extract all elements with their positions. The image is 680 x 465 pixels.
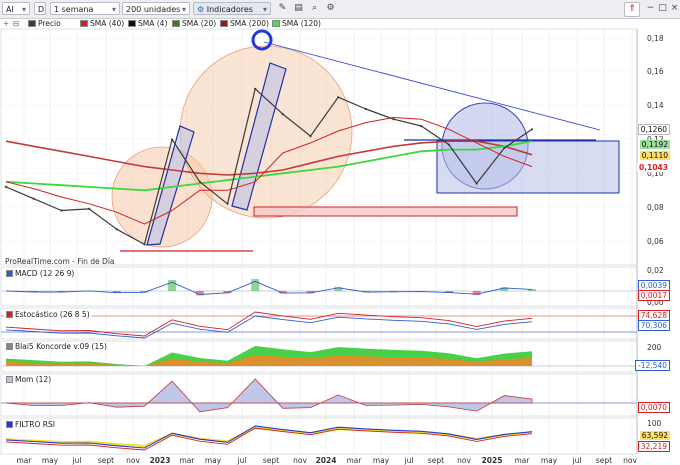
rsi-pane-label[interactable]: FILTRO RSI bbox=[4, 420, 57, 429]
stoch-pane-frame bbox=[0, 307, 638, 340]
price-tick-label: 0,08 bbox=[647, 203, 664, 212]
macd-pane-label[interactable]: MACD (12 26 9) bbox=[4, 269, 77, 278]
price-point bbox=[503, 146, 506, 150]
x-tick-label: mar bbox=[514, 456, 530, 465]
price-point bbox=[281, 113, 284, 116]
mom-swatch-icon bbox=[6, 376, 13, 383]
rsi-value-1: 63,592 bbox=[639, 431, 670, 440]
x-tick-label: sept bbox=[262, 456, 280, 465]
stoch-swatch-icon bbox=[6, 311, 13, 318]
x-tick-label: may bbox=[372, 456, 390, 465]
price-point bbox=[143, 243, 146, 246]
x-tick-label: mar bbox=[346, 456, 362, 465]
price-point bbox=[226, 202, 229, 205]
stoch-d-value: 70,306 bbox=[637, 320, 670, 331]
koncorde-swatch-icon bbox=[6, 343, 13, 350]
x-tick-label: mar bbox=[179, 456, 195, 465]
price-point bbox=[447, 143, 450, 146]
price-point bbox=[4, 185, 8, 188]
x-tick-label: 2024 bbox=[315, 456, 337, 465]
macd-swatch-icon bbox=[6, 270, 13, 277]
x-tick-label: 2023 bbox=[149, 456, 171, 465]
macd-signal-value: 0,0017 bbox=[637, 290, 670, 301]
chart-canvas[interactable] bbox=[0, 0, 680, 465]
x-tick-label: jul bbox=[72, 456, 82, 465]
x-tick-label: 2025 bbox=[481, 456, 503, 465]
annotation-rect-red[interactable] bbox=[253, 206, 518, 217]
rsi-swatch-icon bbox=[6, 421, 13, 428]
price-value-sma120: 0,1192 bbox=[639, 140, 670, 149]
x-tick-label: sept bbox=[427, 456, 445, 465]
x-tick-label: nov bbox=[457, 456, 471, 465]
price-point bbox=[115, 228, 118, 231]
macd-bar bbox=[251, 279, 260, 291]
x-tick-label: jul bbox=[572, 456, 582, 465]
rsi-pane-frame bbox=[0, 417, 638, 455]
x-tick-label: nov bbox=[623, 456, 637, 465]
koncorde-pane-label[interactable]: Blai5 Koncorde v.09 (15) bbox=[4, 342, 109, 351]
x-tick-label: mar bbox=[16, 456, 32, 465]
price-point bbox=[254, 87, 257, 90]
price-point bbox=[530, 128, 534, 131]
koncorde-tick-label: 200 bbox=[647, 343, 662, 352]
x-tick-label: sept bbox=[97, 456, 115, 465]
price-point bbox=[198, 180, 201, 183]
price-point bbox=[309, 135, 312, 138]
price-value-sma20: 0,1110 bbox=[639, 151, 670, 160]
x-tick-label: nov bbox=[293, 456, 307, 465]
x-tick-label: jul bbox=[237, 456, 247, 465]
macd-pane-frame bbox=[0, 266, 638, 307]
price-point bbox=[171, 138, 174, 141]
mom-pane-label[interactable]: Mom (12) bbox=[4, 375, 54, 384]
price-tick-label: 0,16 bbox=[647, 67, 664, 76]
mom-pane-frame bbox=[0, 373, 638, 417]
stoch-pane-label[interactable]: Estocástico (26 8 5) bbox=[4, 310, 92, 319]
x-tick-label: may bbox=[204, 456, 222, 465]
mom-value: 0,0070 bbox=[637, 402, 670, 413]
price-tick-label: 0,06 bbox=[647, 237, 664, 246]
price-point bbox=[475, 182, 478, 185]
rsi-value-2: 32,219 bbox=[637, 441, 670, 452]
x-tick-label: jul bbox=[404, 456, 414, 465]
rsi-tick-label: 100 bbox=[647, 419, 662, 428]
price-point bbox=[392, 118, 395, 121]
koncorde-value: -12,540 bbox=[635, 360, 670, 371]
price-tick-label: 0,18 bbox=[647, 34, 664, 43]
x-tick-label: sept bbox=[595, 456, 613, 465]
price-tick-label: 0,14 bbox=[647, 101, 664, 110]
x-tick-label: may bbox=[41, 456, 59, 465]
macd-tick-label: 0,02 bbox=[647, 266, 664, 275]
price-point bbox=[60, 209, 63, 212]
price-value-current: 0,1260 bbox=[637, 124, 670, 135]
price-point bbox=[420, 124, 423, 128]
price-point bbox=[337, 96, 340, 99]
x-tick-label: may bbox=[540, 456, 558, 465]
source-label: ProRealTime.com - Fin de Día bbox=[5, 257, 115, 266]
price-point bbox=[364, 107, 367, 111]
x-tick-label: nov bbox=[126, 456, 140, 465]
price-value-sma40: 0,1043 bbox=[637, 163, 670, 172]
price-point bbox=[88, 207, 91, 210]
price-point bbox=[32, 197, 35, 200]
